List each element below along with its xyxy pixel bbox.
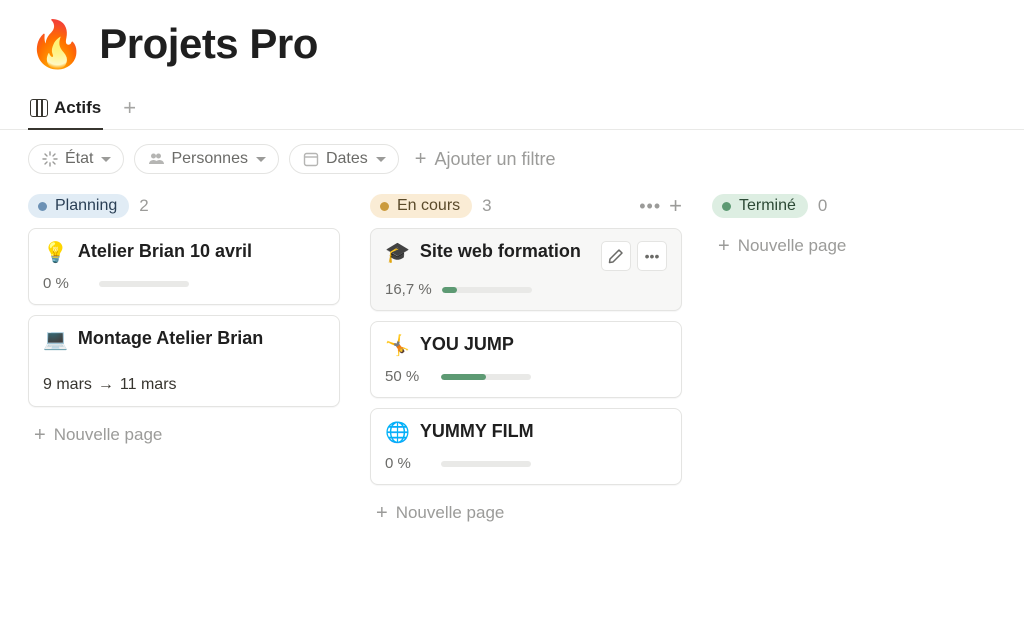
card-progress: 0 % xyxy=(43,275,325,292)
progress-bar xyxy=(99,281,189,287)
card-title-row: 💻 Montage Atelier Brian xyxy=(43,328,325,352)
column-add-card-button[interactable]: + xyxy=(669,195,682,217)
card-emoji-icon: 🤸 xyxy=(385,334,410,358)
status-spinner-icon xyxy=(41,150,59,168)
card-emoji-icon: 🎓 xyxy=(385,241,410,265)
page-title[interactable]: Projets Pro xyxy=(99,20,318,68)
chevron-down-icon xyxy=(256,157,266,162)
status-dot-icon xyxy=(38,202,47,211)
progress-percent: 16,7 % xyxy=(385,281,432,298)
card-progress: 50 % xyxy=(385,368,667,385)
filter-people[interactable]: Personnes xyxy=(134,144,279,174)
board-column: Terminé 0 + Nouvelle page xyxy=(712,194,1024,260)
board-icon xyxy=(30,99,48,117)
card-hover-actions: ••• xyxy=(601,241,667,271)
card-progress: 0 % xyxy=(385,455,667,472)
status-chip[interactable]: Planning xyxy=(28,194,129,218)
filter-label: Dates xyxy=(326,150,368,168)
plus-icon: + xyxy=(34,425,46,445)
status-dot-icon xyxy=(380,202,389,211)
kanban-board: Planning 2 💡 Atelier Brian 10 avril 0 % 💻 Mont… xyxy=(0,188,1024,527)
add-filter-button[interactable]: + Ajouter un filtre xyxy=(409,145,562,174)
new-page-button[interactable]: + Nouvelle page xyxy=(370,495,682,527)
people-icon xyxy=(147,150,165,168)
column-header: En cours 3 ••• + xyxy=(370,194,682,218)
status-chip[interactable]: Terminé xyxy=(712,194,808,218)
column-count: 3 xyxy=(482,196,491,216)
progress-percent: 0 % xyxy=(43,275,89,292)
card-title-row: 🌐 YUMMY FILM xyxy=(385,421,667,445)
column-header: Terminé 0 xyxy=(712,194,1024,218)
filter-label: État xyxy=(65,150,93,168)
filter-state[interactable]: État xyxy=(28,144,124,174)
card-emoji-icon: 🌐 xyxy=(385,421,410,445)
card-edit-button[interactable] xyxy=(601,241,631,271)
plus-icon: + xyxy=(718,236,730,256)
card-title: Site web formation xyxy=(420,241,591,262)
status-chip[interactable]: En cours xyxy=(370,194,472,218)
chevron-down-icon xyxy=(101,157,111,162)
status-label: En cours xyxy=(397,197,460,215)
date-to: 11 mars xyxy=(120,376,177,394)
arrow-right-icon: → xyxy=(98,376,114,394)
status-dot-icon xyxy=(722,202,731,211)
card-title: YOU JUMP xyxy=(420,334,667,355)
card-emoji-icon: 💡 xyxy=(43,241,68,265)
card-title-row: 🎓 Site web formation ••• xyxy=(385,241,667,271)
progress-fill xyxy=(442,287,457,293)
add-filter-label: Ajouter un filtre xyxy=(434,149,555,170)
column-count: 0 xyxy=(818,196,827,216)
filter-dates[interactable]: Dates xyxy=(289,144,399,174)
card-more-button[interactable]: ••• xyxy=(637,241,667,271)
plus-icon: + xyxy=(376,503,388,523)
new-page-label: Nouvelle page xyxy=(54,425,163,445)
page-header: 🔥 Projets Pro xyxy=(0,0,1024,76)
card-emoji-icon: 💻 xyxy=(43,328,68,352)
new-page-button[interactable]: + Nouvelle page xyxy=(712,228,1024,260)
card-title: Montage Atelier Brian xyxy=(78,328,325,349)
column-count: 2 xyxy=(139,196,148,216)
plus-icon: + xyxy=(415,149,427,169)
card-title: Atelier Brian 10 avril xyxy=(78,241,325,262)
filter-label: Personnes xyxy=(171,150,248,168)
view-tab-actifs[interactable]: Actifs xyxy=(28,94,103,130)
filter-bar: État Personnes Dates + Ajouter un filtre xyxy=(0,130,1024,188)
views-row: Actifs + xyxy=(0,76,1024,130)
new-page-label: Nouvelle page xyxy=(738,236,847,256)
status-label: Terminé xyxy=(739,197,796,215)
card-date-range: 9 mars → 11 mars xyxy=(43,362,325,394)
card-title-row: 💡 Atelier Brian 10 avril xyxy=(43,241,325,265)
chevron-down-icon xyxy=(376,157,386,162)
board-column: Planning 2 💡 Atelier Brian 10 avril 0 % 💻 Mont… xyxy=(28,194,340,449)
progress-bar xyxy=(441,374,531,380)
progress-bar xyxy=(441,461,531,467)
board-card[interactable]: 💡 Atelier Brian 10 avril 0 % xyxy=(28,228,340,305)
progress-percent: 50 % xyxy=(385,368,431,385)
board-card[interactable]: 🎓 Site web formation ••• 16,7 % xyxy=(370,228,682,311)
board-card[interactable]: 🤸 YOU JUMP 50 % xyxy=(370,321,682,398)
column-header: Planning 2 xyxy=(28,194,340,218)
column-more-button[interactable]: ••• xyxy=(639,196,661,217)
board-card[interactable]: 💻 Montage Atelier Brian 9 mars → 11 mars xyxy=(28,315,340,407)
board-column: En cours 3 ••• + 🎓 Site web formation ••• 16,7 … xyxy=(370,194,682,527)
board-card[interactable]: 🌐 YUMMY FILM 0 % xyxy=(370,408,682,485)
view-tab-label: Actifs xyxy=(54,98,101,118)
new-page-button[interactable]: + Nouvelle page xyxy=(28,417,340,449)
progress-bar xyxy=(442,287,532,293)
progress-fill xyxy=(441,374,486,380)
page-emoji-icon[interactable]: 🔥 xyxy=(28,21,85,67)
new-page-label: Nouvelle page xyxy=(396,503,505,523)
card-title-row: 🤸 YOU JUMP xyxy=(385,334,667,358)
card-title: YUMMY FILM xyxy=(420,421,667,442)
calendar-icon xyxy=(302,150,320,168)
card-progress: 16,7 % xyxy=(385,281,667,298)
status-label: Planning xyxy=(55,197,117,215)
date-from: 9 mars xyxy=(43,376,92,394)
column-actions: ••• + xyxy=(639,195,682,217)
add-view-button[interactable]: + xyxy=(123,95,136,129)
progress-percent: 0 % xyxy=(385,455,431,472)
